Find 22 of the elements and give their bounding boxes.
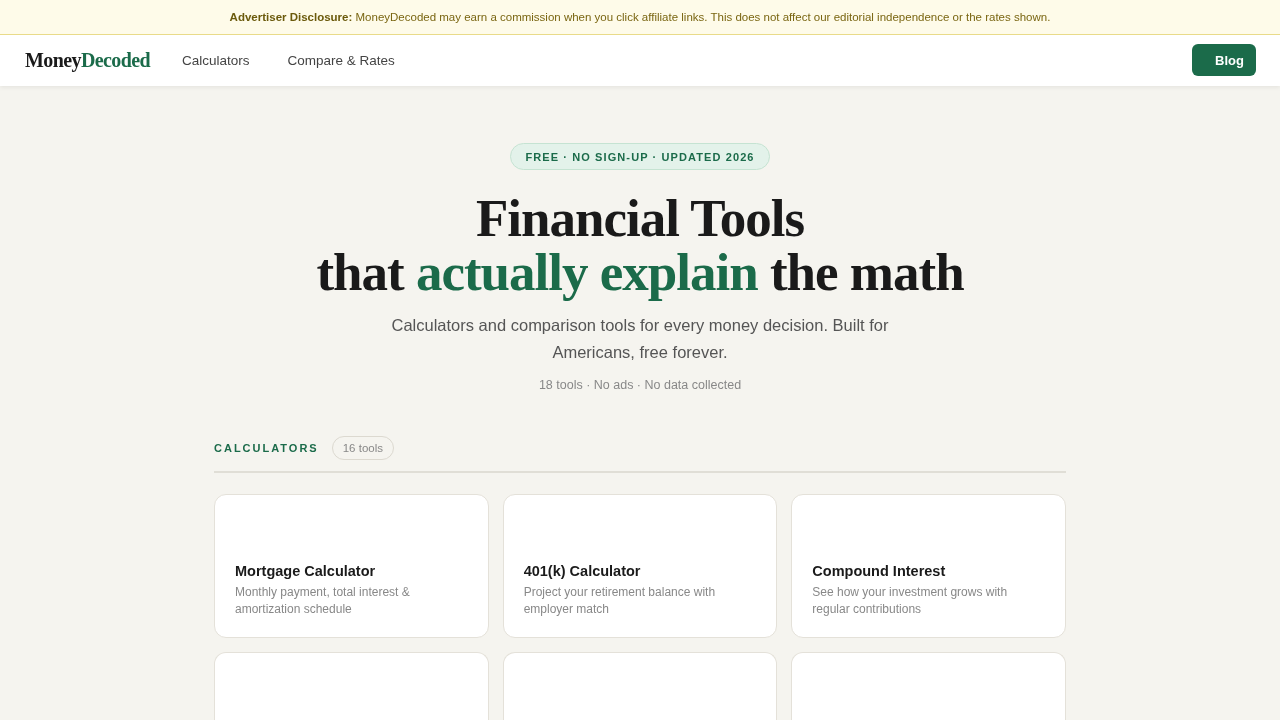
card-description: See how your investment grows with regular contributions [812,584,1009,618]
hero-subtitle: Calculators and comparison tools for every money decision. Built for Americans, free forever. [390,315,890,363]
nav-link[interactable]: Calculators [182,52,250,68]
nav-link[interactable]: Compare & Rates [287,52,395,68]
blog-button[interactable]: Blog [1192,44,1256,77]
card-description: Project your retirement balance with employer match [523,584,717,618]
card-title: Compound Interest [812,562,947,581]
tool-card[interactable] [214,652,489,720]
section-title: CALCULATORS [214,442,319,454]
tool-card[interactable]: Mortgage Calculator Monthly payment, total interest & amortization schedule [214,494,489,638]
card-description: Monthly payment, total interest & amortization schedule [235,584,411,618]
disclosure-text: Advertiser Disclosure: MoneyDecoded may earn a commission when you click affiliate links. This does not affect our editorial independence or the rates shown. [229,10,1051,23]
tool-card[interactable]: 401(k) Calculator Project your retirement balance with employer match [502,494,778,638]
tool-card[interactable] [791,652,1066,720]
logo[interactable]: MoneyDecoded [25,48,150,72]
card-title: 401(k) Calculator [523,562,642,581]
hero-meta: 18 tools · No ads · No data collected [538,377,742,394]
hero-badge: FREE · NO SIGN-UP · UPDATED 2026 [510,143,770,170]
headline: Financial Tools that actually explain the math [316,191,964,299]
card-title: Mortgage Calculator [235,562,377,581]
tool-card[interactable] [502,652,778,720]
tool-card[interactable]: Compound Interest See how your investment grows with regular contributions [791,494,1066,638]
